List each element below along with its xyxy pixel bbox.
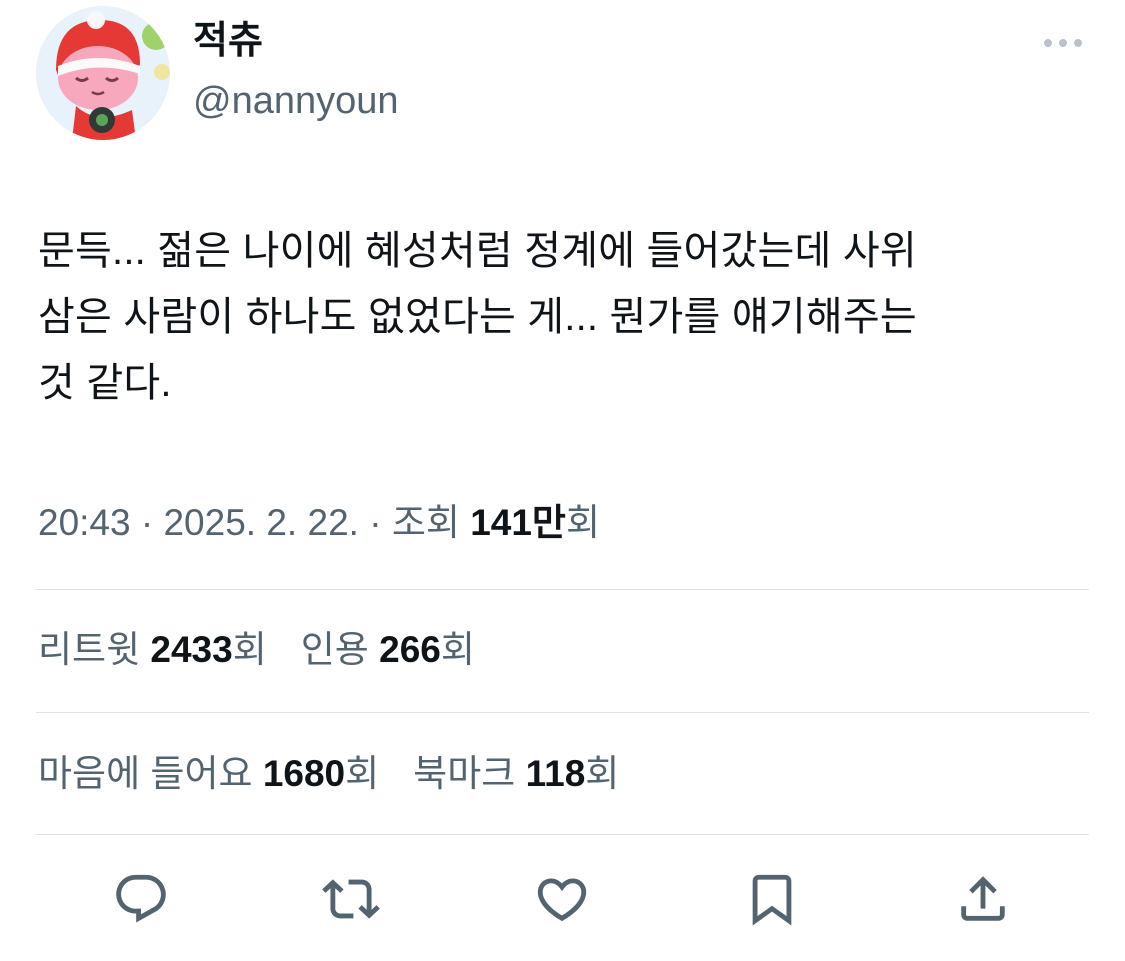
likes-stat[interactable]: 마음에 들어요 1680회	[38, 753, 379, 794]
bookmarks-stat[interactable]: 북마크 118회	[413, 753, 619, 794]
stats-row-retweets: 리트윗 2433회 인용 266회	[38, 624, 509, 676]
reply-icon	[116, 874, 166, 923]
share-button[interactable]	[942, 864, 1022, 944]
likes-count: 1680	[262, 753, 346, 794]
meta-separator: ·	[358, 502, 392, 543]
quotes-suffix: 회	[440, 629, 475, 670]
retweets-label: 리트윗	[38, 629, 151, 670]
like-button[interactable]	[521, 864, 601, 944]
divider	[36, 712, 1089, 713]
tweet-time[interactable]: 20:43	[38, 502, 131, 543]
likes-label: 마음에 들어요	[38, 753, 263, 794]
tweet-text: 문득... 젊은 나이에 혜성처럼 정계에 들어갔는데 사위 삼은 사람이 하나…	[38, 229, 917, 405]
more-horizontal-icon	[1044, 39, 1082, 47]
bookmark-icon	[752, 874, 792, 926]
quotes-stat[interactable]: 인용 266회	[301, 629, 475, 670]
display-name[interactable]: 적츄	[193, 18, 263, 64]
retweet-icon	[322, 879, 380, 919]
action-bar	[0, 864, 1125, 944]
avatar[interactable]	[36, 6, 170, 140]
tweet-meta: 20:43 · 2025. 2. 22. · 조회 141만회	[38, 497, 600, 549]
bookmark-button[interactable]	[731, 864, 811, 944]
quotes-label: 인용	[300, 629, 380, 670]
more-options-button[interactable]	[1040, 30, 1086, 56]
divider	[36, 589, 1089, 590]
retweets-count: 2433	[150, 629, 233, 670]
heart-icon	[537, 878, 587, 922]
stats-row-likes: 마음에 들어요 1680회 북마크 118회	[38, 748, 653, 800]
views-count: 141만	[470, 502, 566, 543]
reply-button[interactable]	[100, 864, 180, 944]
meta-separator: ·	[130, 502, 164, 543]
views-suffix: 회	[565, 502, 601, 543]
divider	[36, 834, 1089, 835]
avatar-image	[36, 6, 170, 140]
quotes-count: 266	[379, 629, 441, 670]
tweet-date[interactable]: 2025. 2. 22.	[163, 502, 358, 543]
user-handle[interactable]: @nannyoun	[193, 78, 399, 124]
bookmarks-label: 북마크	[413, 753, 526, 794]
views-label: 조회	[391, 502, 471, 543]
retweets-suffix: 회	[232, 629, 267, 670]
bookmarks-count: 118	[525, 753, 586, 794]
bookmarks-suffix: 회	[585, 753, 620, 794]
retweets-stat[interactable]: 리트윗 2433회	[38, 629, 267, 670]
likes-suffix: 회	[345, 753, 380, 794]
retweet-button[interactable]	[310, 864, 390, 944]
share-icon	[961, 876, 1005, 921]
